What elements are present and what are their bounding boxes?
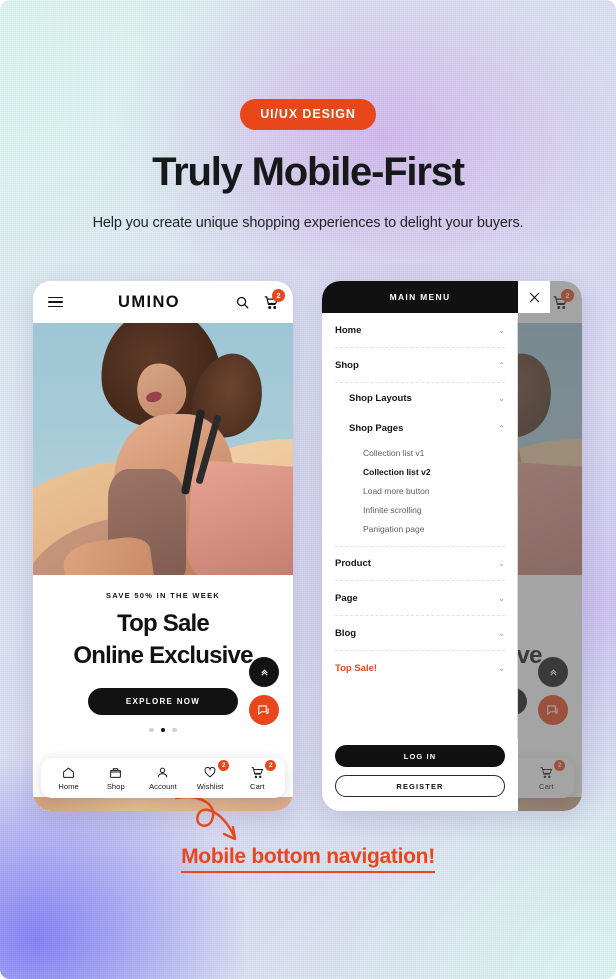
phone-screen-home: UMINO 2 SAVE 50% IN THE WEEK Top Sale On…: [33, 281, 293, 811]
home-icon: [46, 765, 92, 780]
menu-item-label: Top Sale!: [335, 663, 378, 674]
bottom-nav-item-wishlist[interactable]: 2 Wishlist: [187, 759, 233, 792]
close-icon[interactable]: [518, 281, 550, 313]
floating-actions: [249, 657, 279, 725]
menu-spacer: [335, 538, 505, 546]
cart-icon: 2: [234, 759, 280, 780]
bottom-nav-item-shop[interactable]: Shop: [93, 765, 139, 792]
menu-item-label: Shop Layouts: [349, 392, 412, 404]
chat-button[interactable]: [249, 695, 279, 725]
menu-item-label: Home: [335, 324, 362, 336]
menu-item-label: Shop: [335, 359, 359, 371]
menu-item-home[interactable]: Home ⌄: [335, 313, 505, 348]
bottom-nav-label-wishlist: Wishlist: [196, 782, 224, 792]
cart-badge: 2: [265, 759, 277, 771]
chevron-down-icon: ⌄: [498, 664, 505, 673]
drawer-footer: LOG IN REGISTER: [322, 745, 518, 811]
menu-item-top-sale[interactable]: Top Sale! ⌄: [335, 651, 505, 686]
store-header: UMINO 2: [33, 281, 293, 323]
chevron-up-icon: ⌃: [498, 423, 505, 433]
bottom-nav-item-cart[interactable]: 2 Cart: [234, 759, 280, 792]
main-menu-drawer: MAIN MENU Home ⌄ Shop ⌃ Shop Layouts ⌄ S…: [322, 281, 518, 811]
chevron-down-icon: ⌄: [498, 325, 505, 335]
menu-item-blog[interactable]: Blog ⌄: [335, 616, 505, 651]
drawer-menu-list: Home ⌄ Shop ⌃ Shop Layouts ⌄ Shop Pages …: [322, 313, 518, 745]
phone-mockups: UMINO 2 SAVE 50% IN THE WEEK Top Sale On…: [0, 281, 616, 811]
explore-now-button[interactable]: EXPLORE NOW: [88, 687, 238, 715]
menu-leaf-collection-list-v1[interactable]: Collection list v1: [335, 443, 505, 462]
account-icon: [140, 765, 186, 780]
promo-page: UI/UX DESIGN Truly Mobile-First Help you…: [0, 0, 616, 979]
wishlist-badge: 2: [218, 759, 230, 771]
header-actions: 2: [235, 288, 285, 310]
bottom-nav-item-account[interactable]: Account: [140, 765, 186, 792]
category-badge: UI/UX DESIGN: [240, 99, 376, 130]
bottom-nav-label-shop: Shop: [106, 782, 125, 792]
menu-item-product[interactable]: Product ⌄: [335, 546, 505, 581]
menu-item-label: Blog: [335, 627, 357, 639]
heart-icon: 2: [187, 759, 233, 780]
carousel-dot-1[interactable]: [149, 727, 154, 733]
phone-mockup-home: UMINO 2 SAVE 50% IN THE WEEK Top Sale On…: [33, 281, 293, 811]
callout-text: Mobile bottom navigation!: [181, 845, 435, 873]
bottom-nav-item-home[interactable]: Home: [46, 765, 92, 792]
menu-item-label: Shop Pages: [349, 422, 404, 434]
bottom-nav-label-cart: Cart: [250, 782, 265, 792]
chevron-down-icon: ⌄: [498, 393, 505, 403]
hero-image[interactable]: [33, 323, 293, 575]
menu-leaf-collection-list-v2[interactable]: Collection list v2: [335, 462, 505, 481]
phone-mockup-menu: UMINO 2: [322, 281, 582, 811]
cart-badge: 2: [272, 288, 285, 302]
chevron-down-icon: ⌄: [498, 628, 505, 638]
page-subtitle: Help you create unique shopping experien…: [92, 215, 524, 231]
menu-item-page[interactable]: Page ⌄: [335, 581, 505, 616]
bottom-nav-label-account: Account: [149, 782, 177, 792]
register-button[interactable]: REGISTER: [335, 775, 505, 797]
carousel-dot-3[interactable]: [172, 727, 177, 733]
chevron-down-icon: ⌄: [498, 593, 505, 603]
login-button[interactable]: LOG IN: [335, 745, 505, 767]
drawer-title: MAIN MENU: [322, 281, 518, 313]
menu-leaf-panigation-page[interactable]: Panigation page: [335, 519, 505, 538]
carousel-dot-2[interactable]: [160, 727, 166, 733]
carousel-dots[interactable]: [33, 727, 293, 733]
menu-item-shop-layouts[interactable]: Shop Layouts ⌄: [335, 383, 505, 413]
promo-kicker: SAVE 50% IN THE WEEK: [105, 591, 221, 600]
shop-pages-list: Collection list v1 Collection list v2 Lo…: [335, 443, 505, 538]
search-icon[interactable]: [235, 295, 250, 310]
mobile-bottom-navigation: Home Shop Account 2 Wishlist 2 Cart: [41, 758, 285, 798]
menu-leaf-load-more-button[interactable]: Load more button: [335, 481, 505, 500]
phone-screen-menu: UMINO 2: [322, 281, 582, 811]
menu-item-shop[interactable]: Shop ⌃: [335, 348, 505, 383]
shop-icon: [93, 765, 139, 780]
scroll-to-top-button[interactable]: [249, 657, 279, 687]
bottom-nav-label-home: Home: [58, 782, 79, 792]
chevron-down-icon: ⌄: [498, 559, 505, 568]
callout: Mobile bottom navigation!: [0, 845, 616, 873]
drawer-scrollbar[interactable]: [516, 319, 518, 739]
page-title: Truly Mobile-First: [152, 150, 465, 194]
promo-headline-line1: Top Sale: [117, 610, 210, 637]
menu-item-label: Product: [335, 558, 371, 569]
cart-icon[interactable]: 2: [263, 288, 285, 310]
hamburger-icon[interactable]: [48, 294, 63, 311]
menu-item-label: Page: [335, 592, 358, 604]
menu-leaf-infinite-scrolling[interactable]: Infinite scrolling: [335, 500, 505, 519]
chevron-up-icon: ⌃: [498, 360, 505, 370]
store-logo[interactable]: UMINO: [63, 293, 235, 312]
page-header: UI/UX DESIGN Truly Mobile-First Help you…: [0, 99, 616, 231]
menu-item-shop-pages[interactable]: Shop Pages ⌃: [335, 413, 505, 443]
